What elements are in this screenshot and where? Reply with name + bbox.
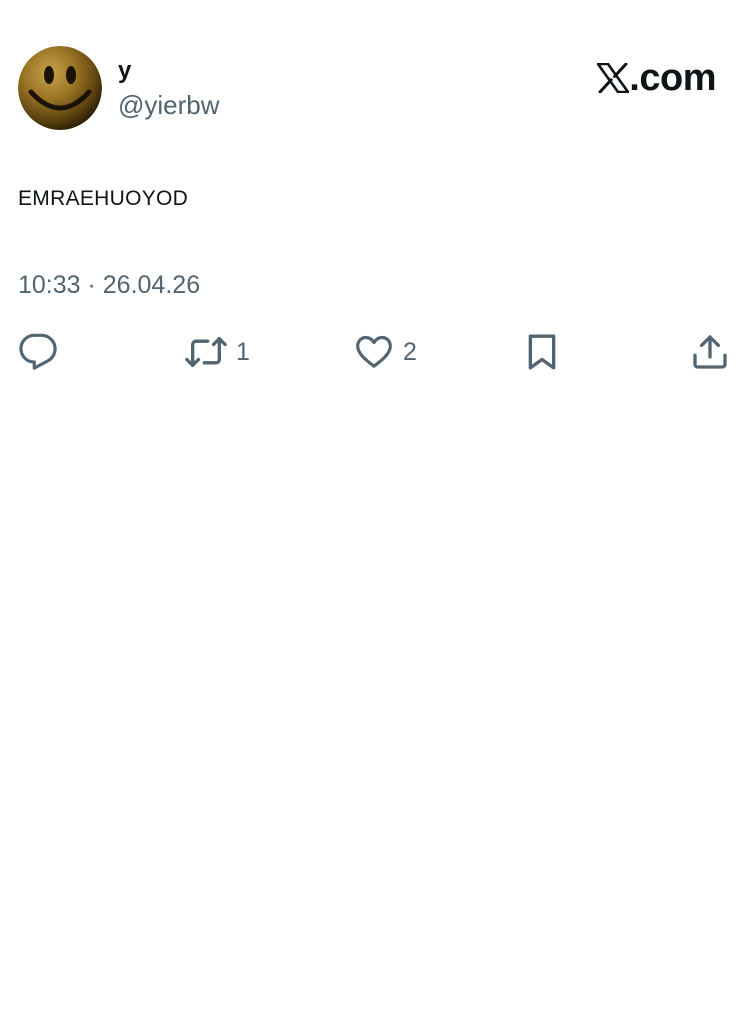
share-icon <box>693 335 727 369</box>
like-button[interactable]: 2 <box>353 330 417 374</box>
brand-logo: .com <box>597 56 716 100</box>
avatar[interactable] <box>18 46 102 130</box>
bookmark-icon <box>528 334 556 370</box>
tweet-timestamp[interactable]: 10:33 · 26.04.26 <box>18 268 200 302</box>
repost-icon <box>185 337 227 367</box>
smiley-face-icon <box>18 46 102 130</box>
repost-count: 1 <box>236 338 250 366</box>
user-handle[interactable]: @yierbw <box>118 89 220 121</box>
repost-button[interactable]: 1 <box>184 330 250 374</box>
display-name[interactable]: y <box>118 56 131 86</box>
tweet-text: EMRAEHUOYOD <box>18 187 189 210</box>
heart-icon <box>356 335 392 368</box>
x-logo-icon <box>597 63 630 93</box>
bookmark-button[interactable] <box>522 330 562 374</box>
brand-domain-text: .com <box>629 57 716 99</box>
reply-icon <box>19 333 57 370</box>
reply-button[interactable] <box>18 330 58 374</box>
like-count: 2 <box>403 338 417 366</box>
share-button[interactable] <box>690 330 730 374</box>
action-bar: 1 2 <box>0 330 750 374</box>
